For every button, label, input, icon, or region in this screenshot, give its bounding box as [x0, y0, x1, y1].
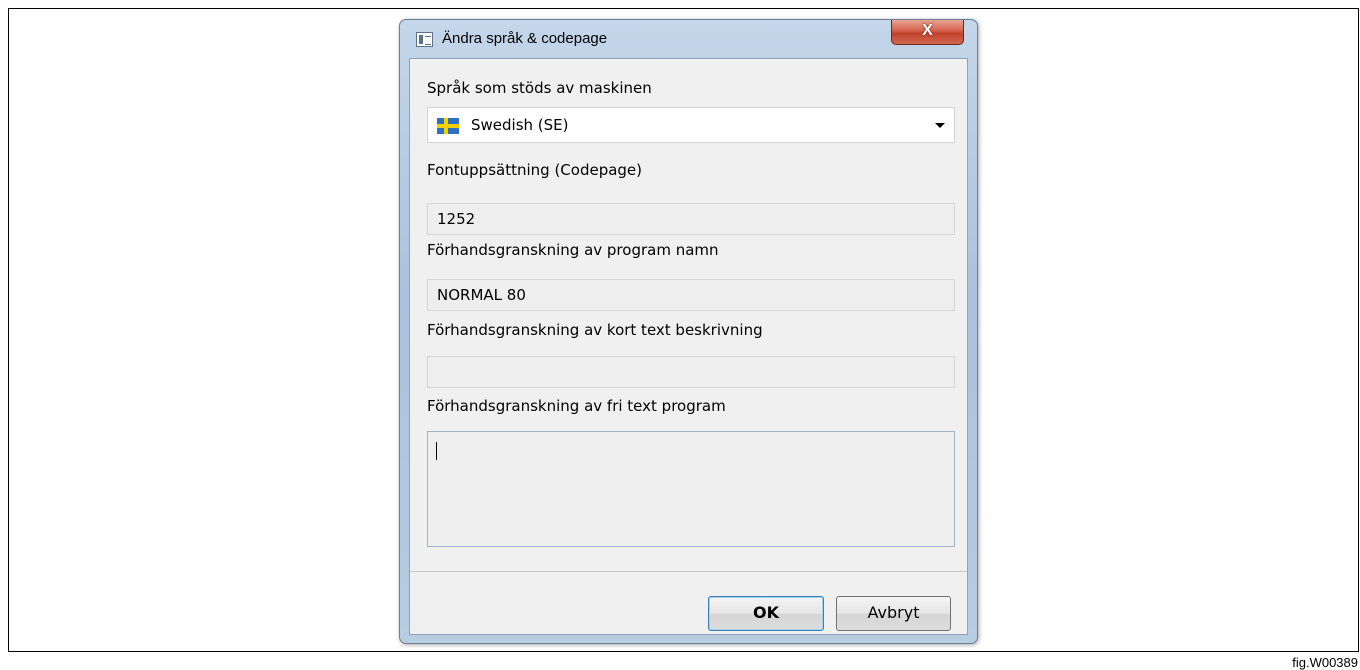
- title-bar[interactable]: Ändra språk & codepage X: [400, 20, 977, 58]
- program-name-preview-label: Förhandsgranskning av program namn: [427, 241, 719, 259]
- dialog-app-icon: [416, 32, 433, 47]
- dialog-title: Ändra språk & codepage: [442, 30, 608, 47]
- codepage-field[interactable]: 1252: [427, 203, 955, 235]
- short-text-preview-label: Förhandsgranskning av kort text beskrivn…: [427, 321, 763, 339]
- short-text-preview-field[interactable]: [427, 356, 955, 388]
- language-label: Språk som stöds av maskinen: [427, 79, 652, 97]
- cancel-button[interactable]: Avbryt: [836, 596, 951, 631]
- sweden-flag-icon: [437, 118, 459, 134]
- program-name-preview-field[interactable]: NORMAL 80: [427, 279, 955, 311]
- button-separator: [410, 571, 967, 572]
- language-selected-value: Swedish (SE): [471, 116, 569, 134]
- language-dropdown[interactable]: Swedish (SE): [427, 107, 955, 143]
- text-cursor: [436, 442, 437, 460]
- free-text-preview-label: Förhandsgranskning av fri text program: [427, 397, 726, 415]
- dialog-window: Ändra språk & codepage X Språk som stöds…: [399, 19, 978, 644]
- dropdown-arrow-icon[interactable]: [935, 123, 945, 128]
- dialog-client-area: Språk som stöds av maskinen Swedish (SE)…: [409, 58, 968, 635]
- free-text-preview-textarea[interactable]: [427, 431, 955, 547]
- ok-button[interactable]: OK: [708, 596, 824, 631]
- close-button[interactable]: X: [891, 20, 964, 45]
- codepage-label: Fontuppsättning (Codepage): [427, 161, 643, 179]
- figure-caption: fig.W00389: [1292, 655, 1358, 670]
